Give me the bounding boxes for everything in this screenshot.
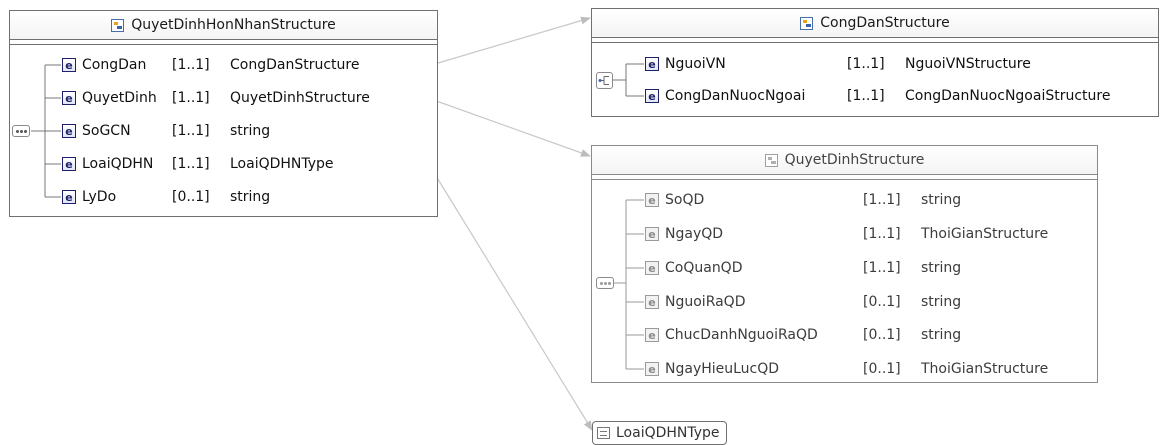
element-cardinality: [1..1] [863,192,901,208]
element-name: NgayQD [665,226,724,242]
element-row-quyetdinh[interactable]: e QuyetDinh [1..1] QuyetDinhStructure [62,86,370,110]
connector-quyetdinh [427,97,591,157]
element-row-soqd[interactable]: e SoQD [1..1] string [645,188,961,212]
element-row-coquanqd[interactable]: e CoQuanQD [1..1] string [645,256,961,280]
element-cardinality: [0..1] [863,294,901,310]
element-cardinality: [1..1] [847,88,885,104]
element-name: NgayHieuLucQD [665,361,780,377]
element-type: string [230,123,271,139]
element-type: string [921,192,962,208]
element-type: string [921,260,962,276]
element-name: CongDanNuocNgoai [665,88,806,104]
element-name: NguoiRaQD [665,294,746,310]
element-row-ngayhieulucqd[interactable]: e NgayHieuLucQD [0..1] ThoiGianStructure [645,357,1048,381]
element-row-congdannuocngoai[interactable]: e CongDanNuocNgoai [1..1] CongDanNuocNgo… [645,84,1110,108]
header-divider [592,38,1158,43]
loaiqdhntype-title: LoaiQDHNType [616,425,720,441]
element-type: string [921,294,962,310]
connector-loaiqdhn [427,162,593,431]
congdan-structure-title: CongDanStructure [820,15,950,31]
root-structure-box[interactable]: QuyetDinhHonNhanStructure e CongDan [1..… [9,10,438,217]
simple-type-icon [597,427,610,439]
element-name: SoGCN [82,123,131,139]
choice-glyph [598,76,609,85]
choice-icon[interactable] [596,72,613,89]
complex-type-icon [111,18,125,32]
complex-type-icon [764,153,778,167]
element-icon: e [645,193,659,207]
element-cardinality: [1..1] [863,226,901,242]
element-row-chucdanhnguoiraqd[interactable]: e ChucDanhNguoiRaQD [0..1] string [645,323,961,347]
element-cardinality: [0..1] [863,327,901,343]
congdan-structure-box[interactable]: CongDanStructure e NguoiVN [1..1] NguoiV… [591,8,1159,117]
element-icon: e [62,91,76,105]
element-icon: e [645,362,659,376]
element-name: QuyetDinh [82,90,157,106]
element-type: CongDanStructure [230,57,360,73]
root-structure-header[interactable]: QuyetDinhHonNhanStructure [10,11,437,40]
complex-type-icon [800,16,814,30]
element-name: NguoiVN [665,56,726,72]
element-type: ThoiGianStructure [921,226,1049,242]
element-cardinality: [1..1] [172,156,210,172]
congdan-structure-header[interactable]: CongDanStructure [592,9,1158,38]
element-row-loaiqdhn[interactable]: e LoaiQDHN [1..1] LoaiQDHNType [62,152,334,176]
element-name: CoQuanQD [665,260,743,276]
element-icon: e [62,157,76,171]
element-row-nguoiraqd[interactable]: e NguoiRaQD [0..1] string [645,290,961,314]
element-icon: e [645,295,659,309]
element-icon: e [62,58,76,72]
header-divider [10,40,437,45]
element-name: ChucDanhNguoiRaQD [665,327,818,343]
element-type: ThoiGianStructure [921,361,1049,377]
element-name: SoQD [665,192,705,208]
element-cardinality: [1..1] [172,90,210,106]
connector-congdan [427,16,591,67]
element-row-lydo[interactable]: e LyDo [0..1] string [62,185,270,209]
element-type: string [230,189,271,205]
element-icon: e [645,261,659,275]
element-row-congdan[interactable]: e CongDan [1..1] CongDanStructure [62,53,359,77]
quyetdinh-structure-title: QuyetDinhStructure [784,152,925,168]
element-icon: e [645,89,659,103]
element-icon: e [645,57,659,71]
element-icon: e [645,328,659,342]
element-icon: e [645,227,659,241]
element-cardinality: [1..1] [172,123,210,139]
element-type: NguoiVNStructure [905,56,1031,72]
element-row-nguoivn[interactable]: e NguoiVN [1..1] NguoiVNStructure [645,52,1031,76]
element-row-sogcn[interactable]: e SoGCN [1..1] string [62,119,270,143]
element-cardinality: [0..1] [863,361,901,377]
element-name: LyDo [82,189,117,205]
element-icon: e [62,124,76,138]
element-type: string [921,327,962,343]
element-cardinality: [0..1] [172,189,210,205]
element-cardinality: [1..1] [863,260,901,276]
element-type: CongDanNuocNgoaiStructure [905,88,1111,104]
element-name: LoaiQDHN [82,156,154,172]
header-divider [592,175,1097,180]
root-structure-title: QuyetDinhHonNhanStructure [131,17,336,33]
element-cardinality: [1..1] [172,57,210,73]
element-type: LoaiQDHNType [230,156,334,172]
quyetdinh-structure-header[interactable]: QuyetDinhStructure [592,146,1097,175]
element-name: CongDan [82,57,147,73]
sequence-icon[interactable] [596,277,614,289]
loaiqdhntype-node[interactable]: LoaiQDHNType [592,421,727,445]
element-type: QuyetDinhStructure [230,90,370,106]
element-cardinality: [1..1] [847,56,885,72]
element-row-ngayqd[interactable]: e NgayQD [1..1] ThoiGianStructure [645,222,1048,246]
element-icon: e [62,190,76,204]
sequence-icon[interactable] [12,125,30,137]
quyetdinh-structure-box[interactable]: QuyetDinhStructure e SoQD [1..1] string … [591,145,1098,383]
